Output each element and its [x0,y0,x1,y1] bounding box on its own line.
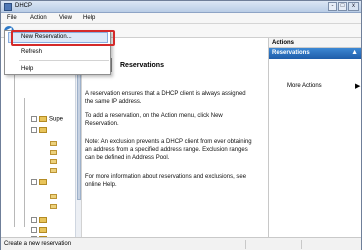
status-divider [301,240,302,249]
window-title: DHCP [15,3,33,9]
chevron-right-icon[interactable]: ▶ [355,82,360,90]
folder-icon[interactable] [50,204,57,209]
more-actions-item[interactable]: More Actions [287,83,322,89]
folder-icon [39,217,47,223]
status-divider [245,240,246,249]
status-text: Create a new reservation [4,241,72,247]
description-paragraph-1: A reservation ensures that a DHCP client… [85,91,246,105]
menu-action[interactable]: Action [30,15,47,21]
tree-node-superscope[interactable]: Supe [31,116,63,123]
tree-node-label: Supe [49,116,64,123]
actions-reservations-section[interactable]: Reservations ▲ [269,48,361,59]
dhcp-app-icon [4,3,12,11]
collapse-icon[interactable] [31,116,37,122]
tree-node-scope-2[interactable] [31,179,49,186]
dhcp-window: DHCP - □ x File Action View Help ◀ D Sup… [0,0,362,250]
description-paragraph-3: Note: An exclusion prevents a DHCP clien… [85,139,252,161]
context-separator [19,60,109,61]
maximize-button[interactable]: □ [338,2,347,11]
description-paragraph-2: To add a reservation, on the Action menu… [85,113,223,127]
tree-node-scope-4[interactable] [31,227,49,234]
tree-node-scope-1[interactable] [31,127,49,134]
menu-help[interactable]: Help [83,15,95,21]
details-title: Reservations [120,62,164,69]
close-button[interactable]: x [348,2,359,11]
folder-icon[interactable] [50,141,57,146]
collapse-icon[interactable] [31,217,37,223]
folder-icon [39,227,47,233]
highlight-box [11,30,115,46]
menu-view[interactable]: View [59,15,72,21]
actions-header: Actions [269,38,361,48]
context-help[interactable]: Help [21,66,33,72]
folder-icon[interactable] [50,150,57,155]
context-refresh[interactable]: Refresh [21,49,42,55]
tree-node-scope-3[interactable] [31,217,49,224]
window-buttons: - □ x [328,2,359,11]
tree-line-sub [24,98,25,227]
folder-icon [39,127,47,133]
folder-icon[interactable] [50,168,57,173]
folder-icon[interactable] [50,194,57,199]
folder-icon[interactable] [50,159,57,164]
folder-icon [39,179,47,185]
minimize-button[interactable]: - [328,2,337,11]
collapse-icon[interactable] [31,227,37,233]
tree-line-main [14,50,15,227]
status-bar: Create a new reservation [1,237,361,250]
title-bar: DHCP - □ x [1,1,361,13]
collapse-icon[interactable] [31,127,37,133]
menu-file[interactable]: File [7,15,17,21]
description-paragraph-4: For more information about reservations … [85,174,247,188]
actions-section-label: Reservations [272,50,310,56]
menu-bar: File Action View Help [1,13,361,24]
collapse-icon[interactable] [31,179,37,185]
actions-pane: Actions Reservations ▲ More Actions ▶ [269,38,361,237]
folder-icon [39,116,47,122]
collapse-arrow-icon[interactable]: ▲ [351,49,358,56]
